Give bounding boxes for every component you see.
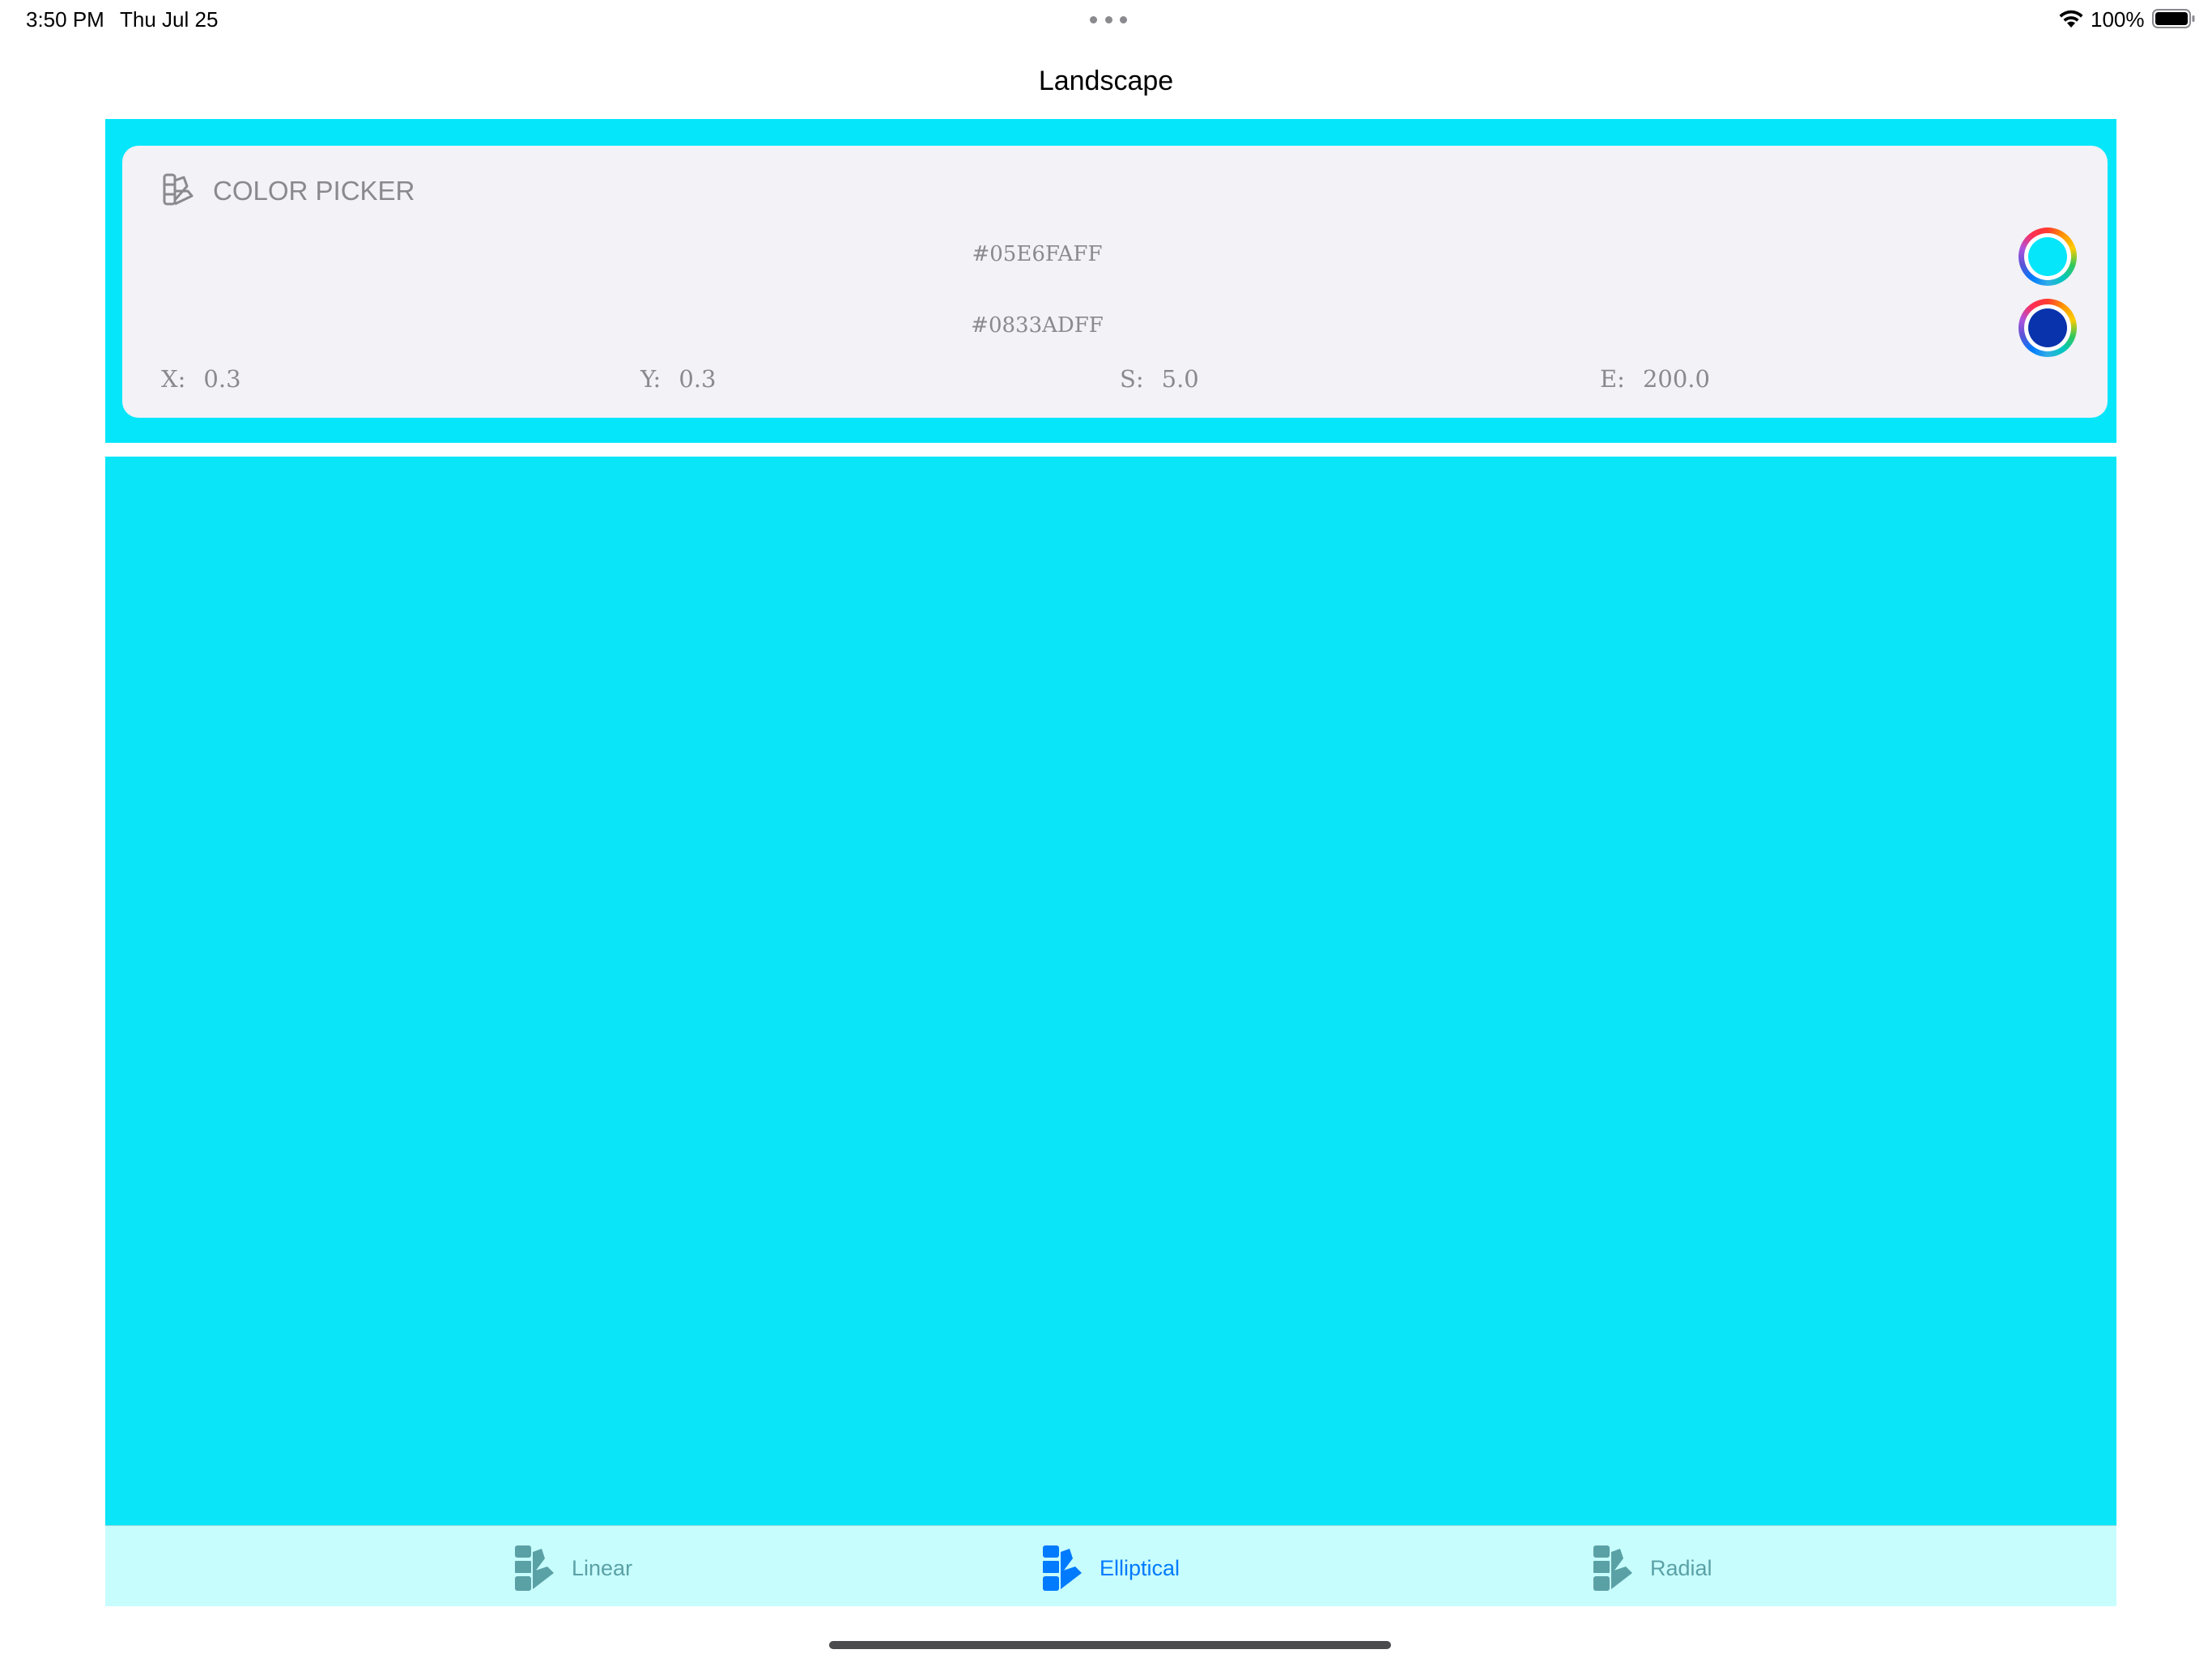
color-picker-card: COLOR PICKER #05E6FAFF #0833ADFF X: 0.3 Y… (122, 146, 2108, 418)
swatchbook-icon (1043, 1545, 1082, 1591)
tab-elliptical-label: Elliptical (1100, 1556, 1180, 1580)
dot (1104, 16, 1112, 23)
color-well-fill (2028, 308, 2067, 347)
param-x-label: X: (161, 365, 186, 393)
param-e-label: E: (1600, 365, 1625, 393)
page-title: Landscape (1038, 66, 1174, 96)
home-indicator[interactable] (829, 1641, 1391, 1649)
color-well-button-1[interactable] (2018, 227, 2077, 286)
color-picker-section: COLOR PICKER #05E6FAFF #0833ADFF X: 0.3 Y… (105, 119, 2116, 443)
color-well-fill (2028, 237, 2067, 276)
swatchbook-icon (515, 1545, 554, 1591)
status-date: Thu Jul 25 (120, 7, 219, 32)
tab-bar: Linear Elliptical Radial (105, 1525, 2116, 1606)
color-picker-title: COLOR PICKER (213, 176, 415, 206)
param-s-value: 5.0 (1161, 365, 1199, 393)
tab-linear-label: Linear (572, 1556, 633, 1580)
dot (1090, 16, 1097, 23)
elliptical-gradient-canvas[interactable] (105, 457, 2116, 1525)
param-y-label: Y: (640, 365, 661, 393)
swatchbook-icon (1593, 1545, 1632, 1591)
param-y-value: 0.3 (678, 365, 717, 393)
color-well-button-2[interactable] (2018, 299, 2077, 357)
color-hex-label-1: #05E6FAFF (972, 242, 1103, 266)
param-s: S: 5.0 (1120, 364, 1199, 393)
swatchbook-icon (163, 173, 194, 206)
param-s-label: S: (1120, 365, 1144, 393)
tab-linear[interactable]: Linear (515, 1545, 632, 1591)
color-well-ring (2024, 233, 2071, 280)
param-x: X: 0.3 (161, 364, 241, 393)
wifi-icon (2059, 10, 2083, 28)
tab-elliptical[interactable]: Elliptical (1043, 1545, 1180, 1591)
battery-icon (2152, 9, 2195, 28)
app-screen: 3:50 PM Thu Jul 25 100% Landscape COLOR … (0, 0, 2212, 1658)
param-e: E: 200.0 (1600, 364, 1710, 393)
param-e-value: 200.0 (1642, 365, 1710, 393)
tab-radial-label: Radial (1650, 1556, 1712, 1580)
color-well-ring (2024, 304, 2071, 351)
multitasking-dots-icon[interactable] (1090, 16, 1127, 24)
tab-radial[interactable]: Radial (1593, 1545, 1712, 1591)
param-x-value: 0.3 (203, 365, 241, 393)
color-hex-label-2: #0833ADFF (971, 313, 1104, 338)
battery-percentage: 100% (2091, 7, 2145, 32)
param-y: Y: 0.3 (640, 364, 716, 393)
status-time: 3:50 PM (26, 7, 104, 32)
dot (1120, 16, 1127, 23)
